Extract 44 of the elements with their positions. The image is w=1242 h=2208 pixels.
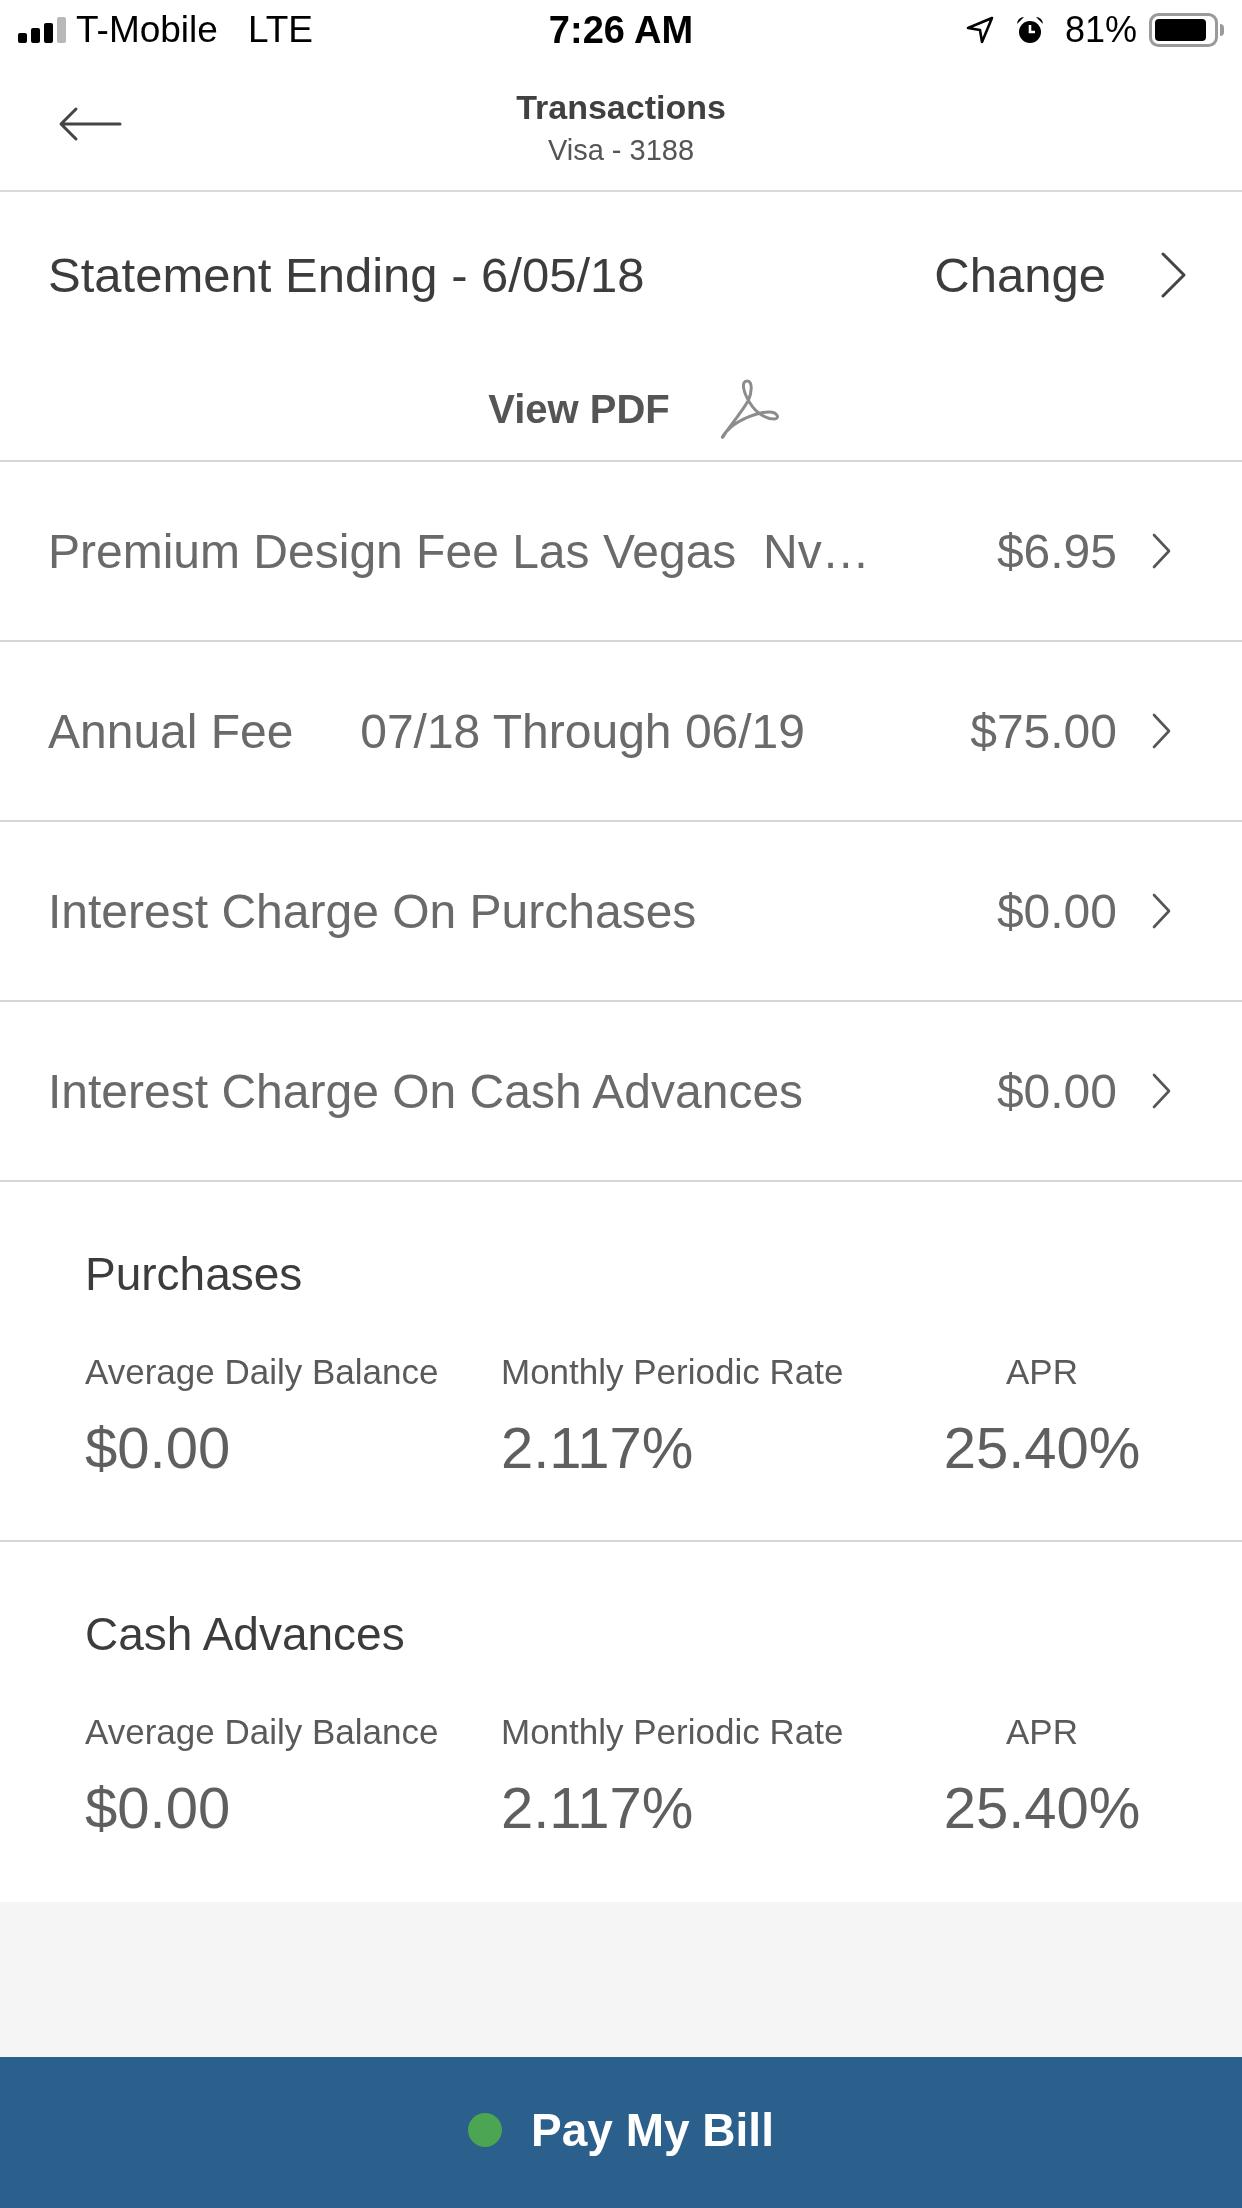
carrier-name: T-Mobile (76, 9, 218, 51)
pay-bill-button[interactable]: Pay My Bill (0, 2057, 1242, 2208)
transaction-description: Interest Charge On Purchases (48, 883, 697, 939)
section-title: Purchases (85, 1247, 303, 1302)
battery-percent: 81% (1064, 9, 1137, 51)
back-arrow-icon (58, 106, 124, 142)
transaction-amount: $0.00 (996, 1063, 1117, 1119)
change-button[interactable]: Change (934, 247, 1187, 303)
location-arrow-icon (964, 15, 995, 45)
metric-label: Average Daily Balance (85, 1712, 439, 1752)
chevron-icon[interactable] (1152, 533, 1172, 569)
transaction-amount: $0.00 (996, 883, 1117, 939)
metric-label: Monthly Periodic Rate (501, 1352, 844, 1392)
metric-value: 25.40% (943, 1414, 1141, 1482)
back-button[interactable] (58, 106, 124, 142)
chevron-icon[interactable] (1152, 1073, 1172, 1109)
transaction-amount: $75.00 (970, 703, 1117, 759)
metric-label: Monthly Periodic Rate (501, 1712, 844, 1752)
battery-icon (1149, 13, 1225, 47)
alarm-clock-icon (1014, 15, 1045, 45)
chevron-icon[interactable] (1161, 252, 1187, 298)
status-dot-icon (468, 2112, 503, 2147)
screen-subtitle: Visa - 3188 (547, 133, 695, 168)
transaction-description: Premium Design Fee Las Vegas Nv… (48, 523, 870, 579)
statement-date: Statement Ending - 6/05/18 (48, 247, 645, 303)
chevron-icon[interactable] (1152, 713, 1172, 749)
transaction-description: Interest Charge On Cash Advances (48, 1063, 804, 1119)
clock-time: 7:26 AM (548, 8, 694, 52)
metric-label: APR (1006, 1712, 1078, 1752)
metric-label: APR (1006, 1352, 1078, 1392)
metric-value: 2.117% (501, 1414, 694, 1482)
network-type: LTE (247, 9, 313, 51)
metric-value: 2.117% (501, 1774, 694, 1842)
metric-value: $0.00 (85, 1414, 231, 1482)
transaction-description: Annual Fee 07/18 Through 06/19 (48, 703, 805, 759)
screen-title: Transactions (516, 87, 726, 128)
signal-icon (18, 17, 66, 43)
view-pdf-link[interactable]: View PDF (488, 377, 780, 441)
section-title: Cash Advances (85, 1607, 405, 1662)
chevron-icon[interactable] (1152, 893, 1172, 929)
metric-label: Average Daily Balance (85, 1352, 439, 1392)
metric-value: $0.00 (85, 1774, 231, 1842)
metric-value: 25.40% (943, 1774, 1141, 1842)
transaction-amount: $6.95 (996, 523, 1117, 579)
